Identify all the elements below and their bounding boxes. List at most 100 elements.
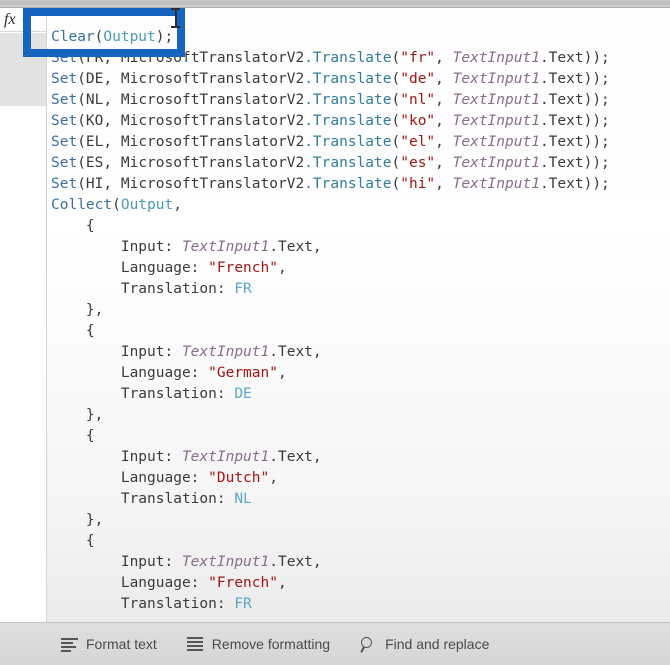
line-rec1-close[interactable]: }, [51, 300, 610, 321]
line-rec4-translation[interactable]: Translation: FR [51, 594, 610, 615]
code-token: Set [51, 50, 78, 66]
line-set-el[interactable]: Set(EL, MicrosoftTranslatorV2.Translate(… [51, 132, 610, 153]
chevron-down-icon[interactable]: ⌄ [21, 15, 29, 24]
code-token: Collect [51, 197, 113, 213]
line-rec3-open[interactable]: { [51, 426, 610, 447]
line-set-ko[interactable]: Set(KO, MicrosoftTranslatorV2.Translate(… [51, 111, 610, 132]
line-rec4-language[interactable]: Language: "French", [51, 573, 610, 594]
line-rec2-language[interactable]: Language: "German", [51, 363, 610, 384]
code-token: ( [391, 92, 401, 108]
code-token: TextInput1 [452, 113, 540, 129]
line-rec4-input[interactable]: Input: TextInput1.Text, [51, 552, 610, 573]
formula-toolbar: Format text Remove formatting Find and rep… [47, 622, 670, 665]
code-token: }, [51, 512, 104, 528]
line-rec2-close[interactable]: }, [51, 405, 610, 426]
toolbar-button-label: Remove formatting [211, 636, 331, 652]
code-token: TextInput1 [452, 134, 540, 150]
line-rec3-close[interactable]: }, [51, 510, 610, 531]
code-token: TextInput1 [181, 344, 270, 360]
fx-button[interactable]: fx ⌄ [0, 8, 46, 32]
gutter-highlight-band [0, 33, 46, 106]
code-token: .Text [269, 344, 313, 360]
code-token: ( [391, 176, 401, 192]
line-rec1-open[interactable]: { [51, 216, 610, 237]
line-set-es[interactable]: Set(ES, MicrosoftTranslatorV2.Translate(… [51, 153, 610, 174]
code-token: , [312, 449, 322, 465]
line-rec4-open[interactable]: { [51, 531, 610, 552]
code-token: )); [583, 71, 610, 87]
code-token: Clear [51, 29, 95, 45]
code-token: }, [51, 407, 104, 423]
code-token: "French" [208, 260, 278, 276]
code-token: TextInput1 [452, 50, 540, 66]
line-rec2-open[interactable]: { [51, 321, 610, 342]
code-token: .Text [539, 113, 584, 129]
format-text-button[interactable]: Format text [61, 636, 157, 652]
line-set-de[interactable]: Set(DE, MicrosoftTranslatorV2.Translate(… [51, 69, 610, 90]
code-token: , [277, 365, 287, 381]
code-token: Language: [51, 365, 209, 381]
code-token: ); [155, 29, 174, 45]
code-token: ( [391, 134, 401, 150]
code-token: .Text [269, 554, 313, 570]
line-rec3-input[interactable]: Input: TextInput1.Text, [51, 447, 610, 468]
formula-bar-editor: fx ⌄ Value(Now())); Clear(Output); Set ( FR… [0, 0, 670, 665]
code-token: (EL, [77, 134, 121, 150]
code-token: (KO, [77, 113, 121, 129]
code-token: .Text [269, 239, 313, 255]
code-token: }, [51, 302, 104, 318]
code-token: Translation: [51, 386, 235, 402]
code-token: Input: [51, 344, 182, 360]
line-rec1-translation[interactable]: Translation: FR [51, 279, 610, 300]
code-token: Input: [51, 239, 182, 255]
code-token: "es" [400, 155, 436, 171]
code-token: Set [51, 71, 78, 87]
code-token: , [277, 575, 287, 591]
line-set-hi[interactable]: Set(HI, MicrosoftTranslatorV2.Translate(… [51, 174, 610, 195]
line-rec3-translation[interactable]: Translation: NL [51, 489, 610, 510]
code-token: MicrosoftTranslatorV2 [120, 71, 305, 87]
line-rec1-input[interactable]: Input: TextInput1.Text, [51, 237, 610, 258]
code-token: Set [51, 155, 78, 171]
code-token: FR [234, 596, 252, 612]
code-token: Translation: [51, 596, 235, 612]
line-rec2-translation[interactable]: Translation: DE [51, 384, 610, 405]
code-token: MicrosoftTranslatorV2 [120, 155, 305, 171]
code-token: "de" [400, 71, 436, 87]
code-token: .Text [539, 134, 584, 150]
toolbar-left-padding [0, 622, 47, 665]
line-rec3-language[interactable]: Language: "Dutch", [51, 468, 610, 489]
code-token: TextInput1 [452, 155, 540, 171]
code-token: "nl" [400, 92, 436, 108]
toolbar-button-label: Find and replace [385, 636, 490, 652]
code-token: "fr" [400, 50, 436, 66]
line-collect[interactable]: Collect(Output, [51, 195, 610, 216]
line-rec1-language[interactable]: Language: "French", [51, 258, 610, 279]
remove-formatting-icon [186, 636, 204, 652]
code-token: Set [51, 113, 78, 129]
line-set-fr[interactable]: Set(FR, MicrosoftTranslatorV2.Translate(… [51, 48, 610, 69]
code-token: TextInput1 [181, 554, 270, 570]
code-line-clipped-top[interactable]: Value(Now())); [51, 8, 610, 27]
line-rec2-input[interactable]: Input: TextInput1.Text, [51, 342, 610, 363]
line-clear[interactable]: Clear(Output); [51, 27, 610, 48]
code-token: ( [391, 50, 401, 66]
code-token: Set [51, 134, 78, 150]
code-token: .Text [539, 155, 584, 171]
remove-formatting-button[interactable]: Remove formatting [186, 636, 331, 652]
code-token: TextInput1 [181, 239, 270, 255]
code-token: , [312, 554, 322, 570]
find-replace-icon [360, 636, 377, 653]
code-token: FR [234, 281, 252, 297]
line-set-nl[interactable]: Set(NL, MicrosoftTranslatorV2.Translate(… [51, 90, 610, 111]
find-replace-button[interactable]: Find and replace [360, 636, 490, 653]
code-token: (ES, [77, 155, 121, 171]
formula-code-area[interactable]: Value(Now())); Clear(Output); Set ( FR, Mic… [47, 8, 670, 622]
code-token: { [51, 323, 95, 339]
code-token: NL [234, 491, 252, 507]
code-token: MicrosoftTranslatorV2 [120, 113, 305, 129]
code-token: )); [583, 92, 610, 108]
code-token: TextInput1 [452, 176, 540, 192]
code-token: .Translate [304, 71, 392, 87]
toolbar-button-label: Format text [86, 636, 157, 652]
